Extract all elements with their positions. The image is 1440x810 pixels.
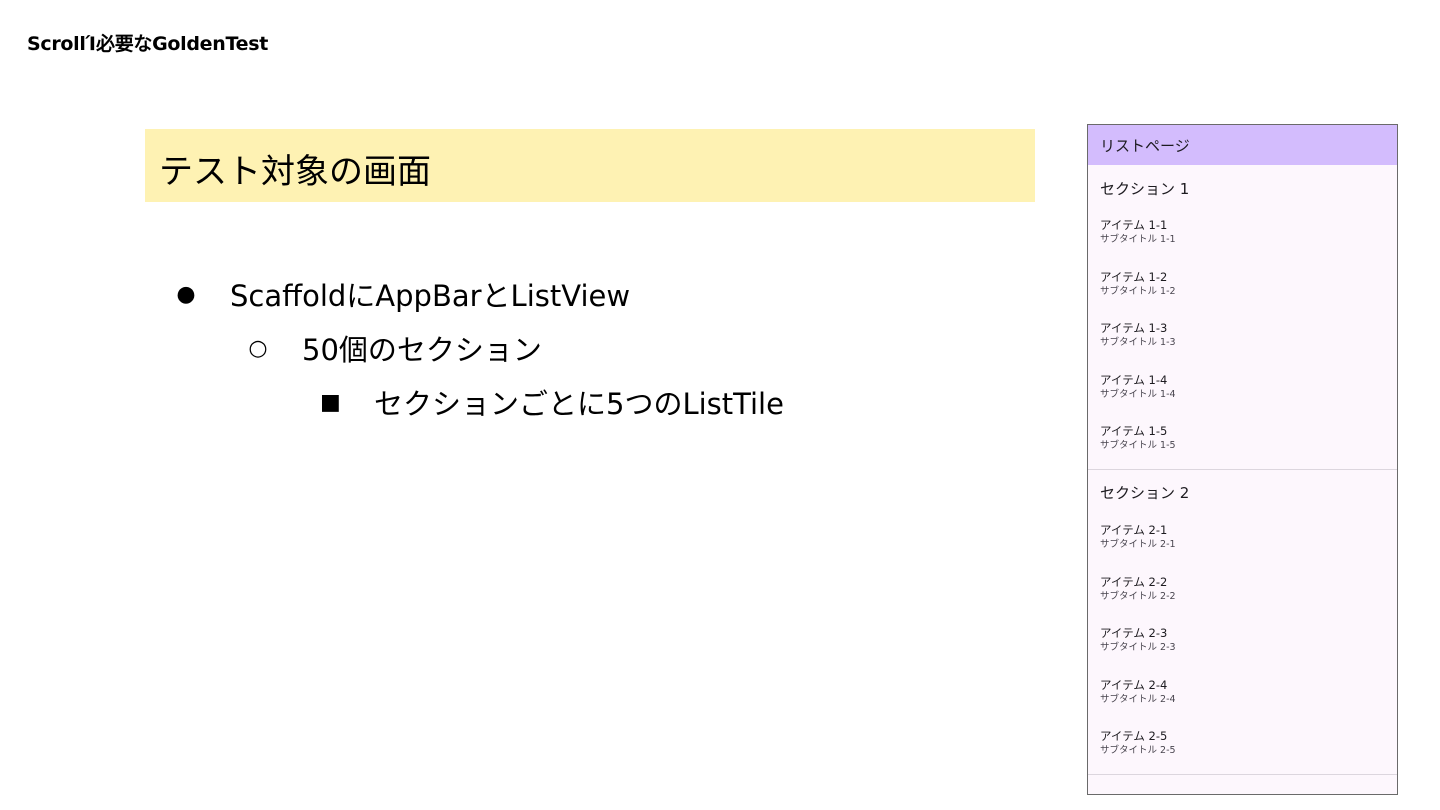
list-tile-subtitle: サブタイトル 2-4	[1100, 693, 1176, 705]
slide-header: ScrollΊ必要なGoldenTest	[27, 33, 268, 55]
list-tile-subtitle: サブタイトル 1-2	[1100, 285, 1176, 297]
list-tile-title: アイテム 1-1	[1100, 218, 1168, 232]
title-box: テスト対象の画面	[145, 129, 1035, 202]
section: セクション 1 アイテム 1-1 サブタイトル 1-1 アイテム 1-2 サブタ…	[1088, 165, 1397, 470]
list-tile-title: アイテム 1-3	[1100, 321, 1168, 336]
bullet-level-1: ● ScaffoldにAppBarとListView	[176, 273, 630, 315]
list-tile-title: アイテム 1-4	[1100, 372, 1168, 387]
bullet-level-3: ■ セクションごとに5つのListTile	[320, 381, 784, 423]
list-tile-subtitle: サブタイトル 2-5	[1100, 745, 1176, 757]
bullet-text: 50個のセクション	[302, 333, 542, 367]
section-header: セクション 2	[1100, 484, 1190, 503]
list-view[interactable]: セクション 1 アイテム 1-1 サブタイトル 1-1 アイテム 1-2 サブタ…	[1088, 165, 1397, 775]
bullet-text: ScaffoldにAppBarとListView	[230, 279, 631, 313]
list-tile-subtitle: サブタイトル 2-2	[1100, 590, 1176, 602]
list-tile[interactable]: アイテム 1-5 サブタイトル 1-5	[1088, 417, 1397, 469]
app-bar-title: リストページ	[1100, 136, 1190, 155]
list-tile-subtitle: サブタイトル 1-5	[1100, 440, 1176, 452]
list-tile-subtitle: サブタイトル 2-3	[1100, 642, 1176, 654]
list-tile-subtitle: サブタイトル 1-3	[1100, 337, 1176, 349]
section: セクション 2 アイテム 2-1 サブタイトル 2-1 アイテム 2-2 サブタ…	[1088, 470, 1397, 775]
list-tile-title: アイテム 2-1	[1100, 522, 1168, 537]
list-tile-subtitle: サブタイトル 1-4	[1100, 388, 1176, 400]
list-tile[interactable]: アイテム 2-5 サブタイトル 2-5	[1088, 722, 1397, 774]
app-bar: リストページ	[1088, 125, 1397, 165]
bullet-marker: ●	[176, 281, 196, 307]
list-tile-title: アイテム 1-5	[1100, 424, 1168, 439]
list-tile[interactable]: アイテム 1-4 サブタイトル 1-4	[1088, 366, 1397, 418]
list-tile[interactable]: アイテム 2-1 サブタイトル 2-1	[1088, 516, 1397, 568]
list-tile-title: アイテム 1-2	[1100, 269, 1168, 284]
list-tile-title: アイテム 2-3	[1100, 626, 1168, 641]
list-tile[interactable]: アイテム 1-3 サブタイトル 1-3	[1088, 314, 1397, 366]
list-tile-subtitle: サブタイトル 2-1	[1100, 538, 1176, 550]
list-tile-subtitle: サブタイトル 1-1	[1100, 234, 1176, 245]
bullet-marker: ○	[248, 335, 268, 361]
list-tile[interactable]: アイテム 2-2 サブタイトル 2-2	[1088, 568, 1397, 620]
list-tile-title: アイテム 2-4	[1100, 677, 1168, 692]
phone-screenshot: リストページ セクション 1 アイテム 1-1 サブタイトル 1-1 アイテム …	[1087, 124, 1398, 795]
list-tile[interactable]: アイテム 1-2 サブタイトル 1-2	[1088, 263, 1397, 315]
list-tile[interactable]: アイテム 2-4 サブタイトル 2-4	[1088, 671, 1397, 723]
slide-title: テスト対象の画面	[159, 152, 431, 192]
bullet-text: セクションごとに5つのListTile	[374, 387, 784, 421]
list-tile-title: アイテム 2-2	[1100, 574, 1168, 589]
list-tile-title: アイテム 2-5	[1100, 729, 1168, 744]
bullet-level-2: ○ 50個のセクション	[248, 327, 542, 369]
bullet-marker: ■	[320, 389, 341, 415]
list-tile[interactable]: アイテム 1-1 サブタイトル 1-1	[1088, 211, 1397, 263]
section-header: セクション 1	[1100, 179, 1190, 198]
list-tile[interactable]: アイテム 2-3 サブタイトル 2-3	[1088, 619, 1397, 671]
